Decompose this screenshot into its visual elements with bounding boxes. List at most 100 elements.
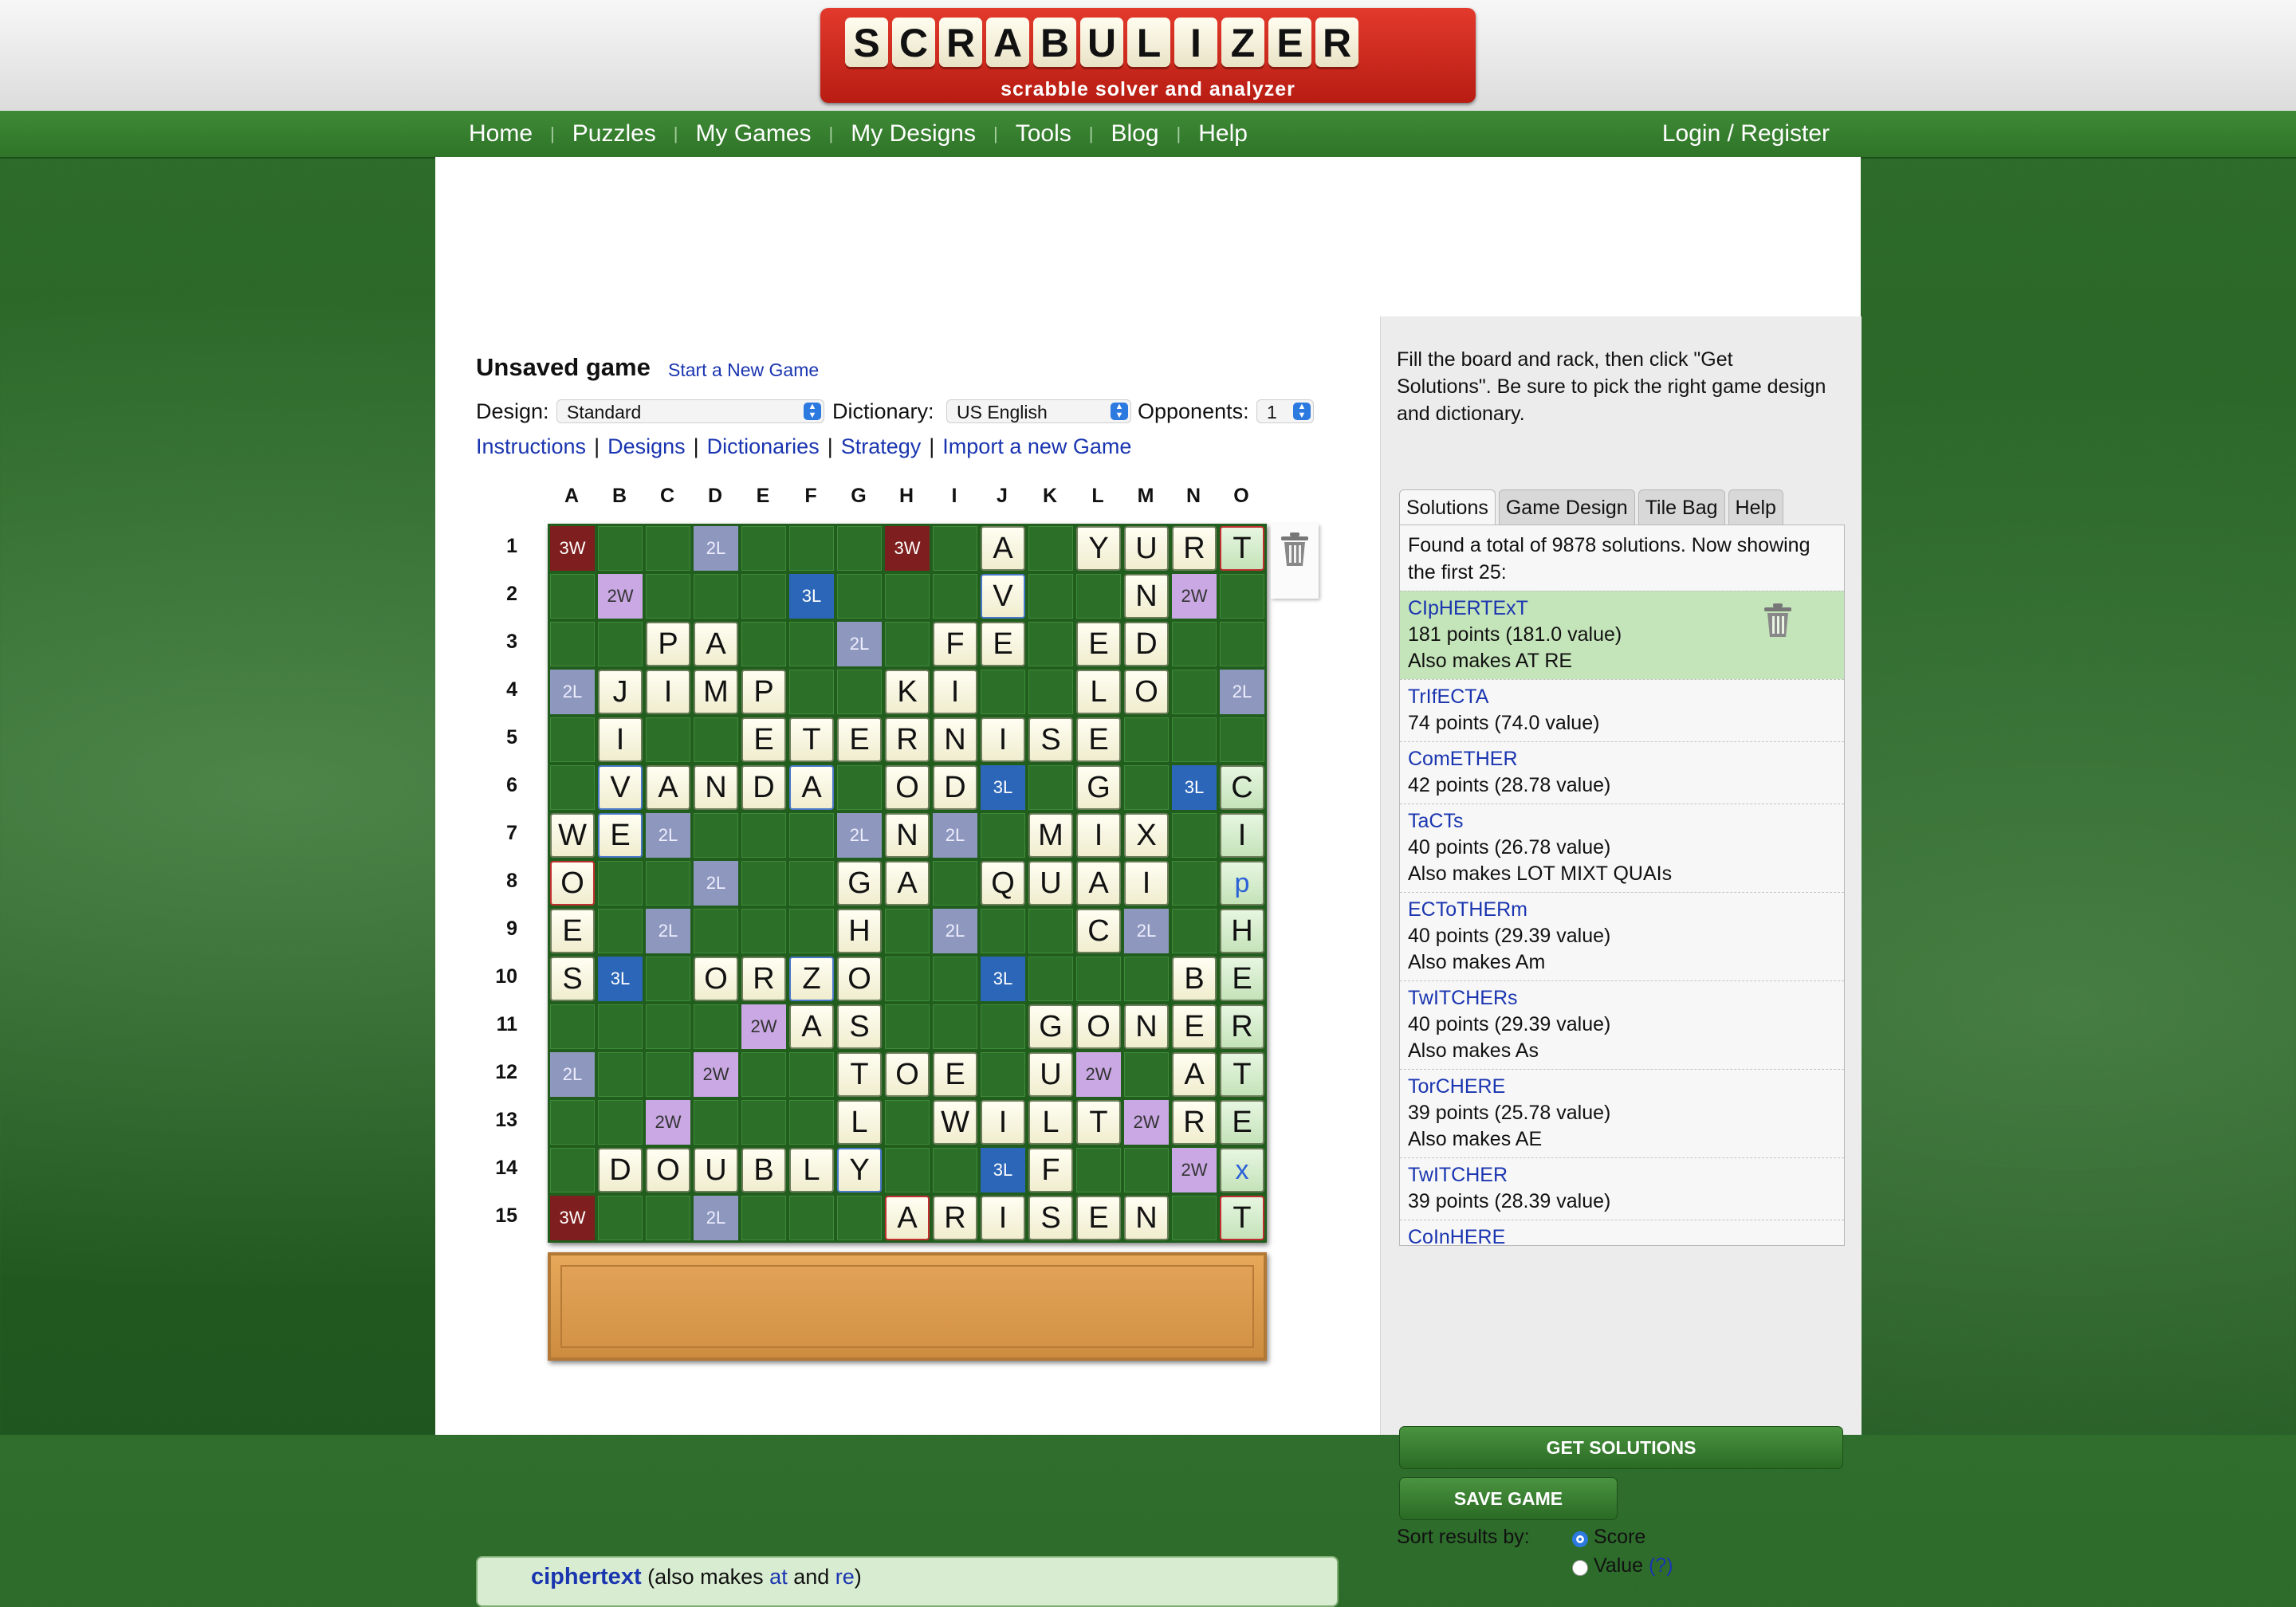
board-tile[interactable]: L bbox=[1076, 670, 1121, 714]
board-square-premium[interactable]: 2L bbox=[694, 861, 738, 906]
board-square[interactable] bbox=[1076, 1148, 1121, 1192]
board-tile[interactable]: C bbox=[1220, 765, 1264, 810]
board-tile[interactable]: A bbox=[646, 765, 690, 810]
delete-solution-trash-icon[interactable] bbox=[1763, 603, 1793, 638]
board-tile[interactable]: T bbox=[1076, 1100, 1121, 1145]
board-tile[interactable]: S bbox=[837, 1004, 882, 1049]
board-square[interactable] bbox=[789, 526, 834, 571]
board-square[interactable] bbox=[789, 861, 834, 906]
tab-solutions[interactable]: Solutions bbox=[1399, 489, 1496, 525]
solution-word-link[interactable]: TwITCHERs bbox=[1408, 985, 1836, 1012]
board-tile[interactable]: A bbox=[789, 765, 834, 810]
board-tile[interactable]: U bbox=[694, 1148, 738, 1192]
solution-word-link[interactable]: TaCTs bbox=[1408, 808, 1836, 835]
also-word-link[interactable]: at bbox=[769, 1565, 788, 1589]
board-square-premium[interactable]: 3L bbox=[598, 957, 643, 1001]
board-square[interactable] bbox=[789, 1100, 834, 1145]
board-square[interactable] bbox=[694, 1004, 738, 1049]
nav-item-home[interactable]: Home bbox=[469, 120, 533, 147]
board-square[interactable] bbox=[837, 670, 882, 714]
selected-word-link[interactable]: ciphertext bbox=[531, 1564, 642, 1589]
board-square[interactable] bbox=[1172, 670, 1217, 714]
board-tile[interactable]: E bbox=[837, 717, 882, 762]
board-square-premium[interactable]: 2W bbox=[741, 1004, 786, 1049]
board-tile[interactable]: E bbox=[1076, 622, 1121, 666]
board-square[interactable] bbox=[789, 909, 834, 953]
board-tile[interactable]: I bbox=[981, 717, 1025, 762]
board-square[interactable] bbox=[1028, 670, 1073, 714]
board-tile[interactable]: A bbox=[694, 622, 738, 666]
board-tile[interactable]: S bbox=[1028, 1196, 1073, 1240]
board-tile[interactable]: E bbox=[1220, 1100, 1264, 1145]
board-square[interactable] bbox=[1124, 1148, 1169, 1192]
board-square[interactable] bbox=[1028, 622, 1073, 666]
board-square[interactable] bbox=[1028, 574, 1073, 619]
board-square[interactable] bbox=[741, 622, 786, 666]
also-word-link[interactable]: re bbox=[835, 1565, 855, 1589]
board-square-premium[interactable]: 3L bbox=[981, 957, 1025, 1001]
board-square-premium[interactable]: 3W bbox=[885, 526, 930, 571]
board-square-premium[interactable]: 2L bbox=[1220, 670, 1264, 714]
dictionaries-link[interactable]: Dictionaries bbox=[707, 434, 820, 458]
board-tile[interactable]: p bbox=[1220, 861, 1264, 906]
board-square[interactable] bbox=[1172, 813, 1217, 858]
board-tile[interactable]: I bbox=[933, 670, 977, 714]
board-tile[interactable]: N bbox=[933, 717, 977, 762]
board-square[interactable] bbox=[1172, 1196, 1217, 1240]
solution-item[interactable]: ComETHER 42 points (28.78 value) bbox=[1400, 741, 1844, 804]
board-tile[interactable]: N bbox=[885, 813, 930, 858]
board-square[interactable] bbox=[1028, 765, 1073, 810]
board-tile[interactable]: O bbox=[1076, 1004, 1121, 1049]
solutions-list[interactable]: Found a total of 9878 solutions. Now sho… bbox=[1399, 525, 1845, 1246]
board-square-premium[interactable]: 3L bbox=[1172, 765, 1217, 810]
board-square[interactable] bbox=[646, 1052, 690, 1097]
solution-item[interactable]: CoInHERE bbox=[1400, 1220, 1844, 1245]
scrabulizer-logo[interactable]: SCRABULIZER scrabble solver and analyzer bbox=[820, 8, 1476, 103]
board-tile[interactable]: O bbox=[885, 765, 930, 810]
board-tile[interactable]: x bbox=[1220, 1148, 1264, 1192]
board-square-premium[interactable]: 2L bbox=[933, 813, 977, 858]
start-new-game-link[interactable]: Start a New Game bbox=[668, 360, 819, 381]
board-square-premium[interactable]: 2L bbox=[837, 813, 882, 858]
opponents-select[interactable]: 1 ▲ ▼ bbox=[1256, 399, 1314, 423]
board-tile[interactable]: T bbox=[1220, 1196, 1264, 1240]
board-square[interactable] bbox=[1172, 717, 1217, 762]
board-tile[interactable]: I bbox=[1124, 861, 1169, 906]
board-square[interactable] bbox=[837, 765, 882, 810]
nav-item-my-games[interactable]: My Games bbox=[696, 120, 812, 147]
board-tile[interactable]: A bbox=[1076, 861, 1121, 906]
board-square[interactable] bbox=[885, 1100, 930, 1145]
tab-game-design[interactable]: Game Design bbox=[1498, 489, 1635, 525]
board-square[interactable] bbox=[1124, 1052, 1169, 1097]
board-square-premium[interactable]: 3L bbox=[981, 1148, 1025, 1192]
board-tile[interactable]: E bbox=[550, 909, 595, 953]
game-board[interactable]: 3W 2L 3W A Y U R T 2W 3L V N 2W P A 2L F E E D 2L J I M P K I L O 2L I… bbox=[548, 524, 1267, 1243]
board-tile[interactable]: V bbox=[598, 765, 643, 810]
board-tile[interactable]: L bbox=[789, 1148, 834, 1192]
board-square-premium[interactable]: 2L bbox=[646, 909, 690, 953]
board-square[interactable] bbox=[550, 1004, 595, 1049]
board-square[interactable] bbox=[646, 717, 690, 762]
tile-rack-tray[interactable] bbox=[560, 1265, 1254, 1348]
solution-item[interactable]: TorCHERE 39 points (25.78 value) Also make… bbox=[1400, 1069, 1844, 1157]
board-tile[interactable]: R bbox=[885, 717, 930, 762]
board-square[interactable] bbox=[1172, 861, 1217, 906]
board-tile[interactable]: E bbox=[933, 1052, 977, 1097]
board-square[interactable] bbox=[981, 813, 1025, 858]
board-tile[interactable]: O bbox=[837, 957, 882, 1001]
board-tile[interactable]: H bbox=[1220, 909, 1264, 953]
board-square[interactable] bbox=[598, 1100, 643, 1145]
board-tile[interactable]: A bbox=[885, 1196, 930, 1240]
solution-word-link[interactable]: TorCHERE bbox=[1408, 1074, 1836, 1100]
board-square-premium[interactable]: 2W bbox=[598, 574, 643, 619]
board-tile[interactable]: X bbox=[1124, 813, 1169, 858]
board-square[interactable] bbox=[837, 1196, 882, 1240]
board-tile[interactable]: E bbox=[1172, 1004, 1217, 1049]
board-square[interactable] bbox=[741, 574, 786, 619]
solution-item[interactable]: TaCTs 40 points (26.78 value) Also makes L… bbox=[1400, 804, 1844, 892]
board-square[interactable] bbox=[550, 622, 595, 666]
dictionary-select[interactable]: US English ▲ ▼ bbox=[946, 399, 1131, 423]
solution-word-link[interactable]: TrIfECTA bbox=[1408, 684, 1836, 710]
board-square[interactable] bbox=[646, 574, 690, 619]
board-square[interactable] bbox=[598, 1052, 643, 1097]
